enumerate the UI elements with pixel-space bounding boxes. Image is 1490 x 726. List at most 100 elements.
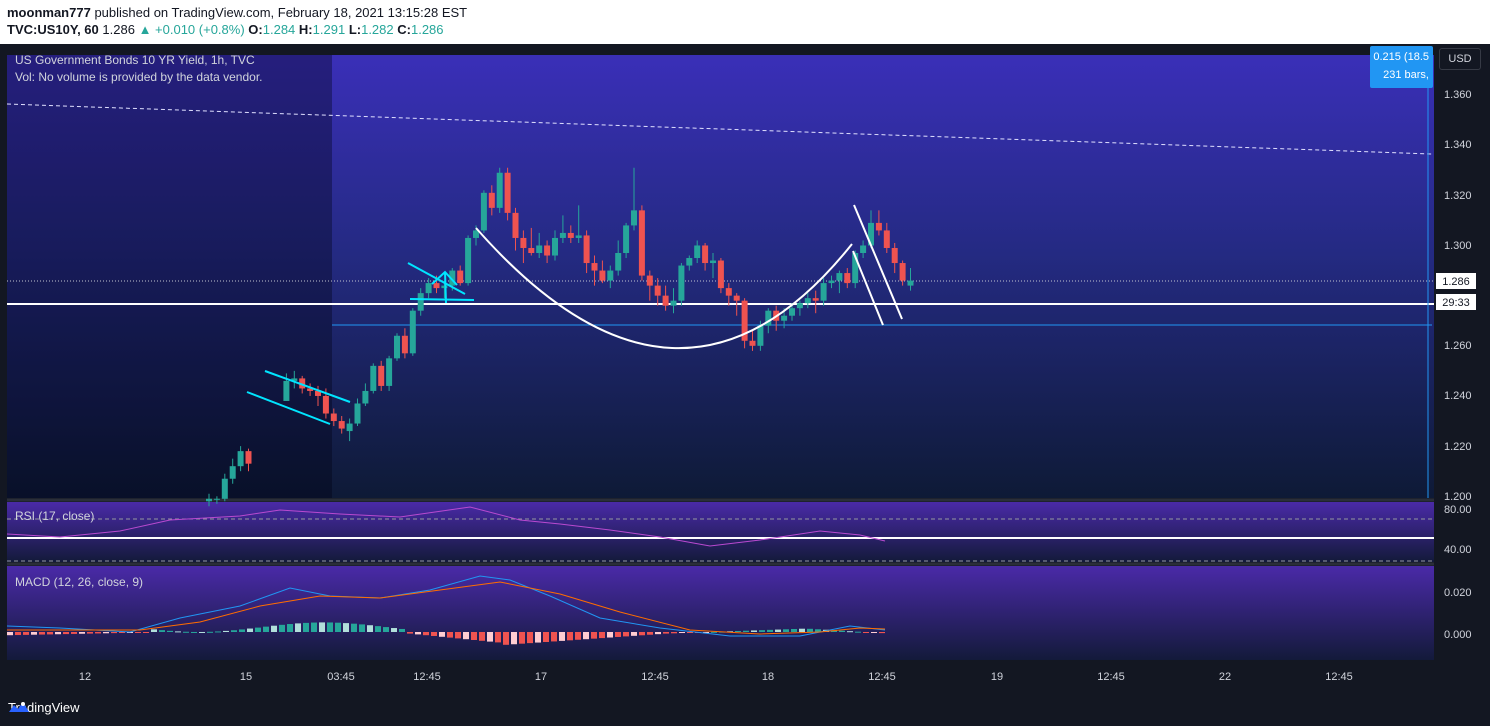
candle-body[interactable] [678,265,685,301]
candle-body[interactable] [536,245,543,254]
candle-body[interactable] [575,235,582,238]
time-axis-bg[interactable] [0,660,1490,690]
macd-histogram-bar [791,628,797,632]
candle-body[interactable] [820,283,827,301]
candle-body[interactable] [646,275,653,286]
candle-body[interactable] [899,263,906,281]
candle-body[interactable] [362,390,369,404]
candle-body[interactable] [330,413,337,422]
currency-button[interactable]: USD [1439,48,1481,70]
candle-body[interactable] [552,237,558,256]
rsi-legend[interactable]: RSI (17, close) [15,509,94,523]
candle-body[interactable] [599,270,606,281]
macd-histogram-bar [543,632,549,642]
candle-body[interactable] [789,308,795,316]
ohlc-line: TVC:US10Y, 60 1.286 ▲ +0.010 (+0.8%) O:1… [7,22,444,37]
candle-body[interactable] [480,192,487,231]
candle-body[interactable] [883,230,890,248]
candle-body[interactable] [710,260,716,264]
macd-legend[interactable]: MACD (12, 26, close, 9) [15,575,143,589]
candle-body[interactable] [702,245,709,264]
candle-body[interactable] [417,293,424,311]
candle-body[interactable] [520,237,527,248]
candle-body[interactable] [623,225,630,254]
candle-body[interactable] [670,300,677,306]
candle-body[interactable] [654,285,661,296]
chart-title[interactable]: US Government Bonds 10 YR Yield, 1h, TVC [15,53,255,67]
macd-histogram-bar [47,632,53,635]
candle-body[interactable] [804,298,811,304]
candle-body[interactable] [283,380,290,401]
macd-histogram-bar [775,629,781,632]
candle-body[interactable] [907,280,914,286]
candle-body[interactable] [836,273,843,281]
macd-histogram-bar [575,632,581,640]
candle-body[interactable] [567,232,574,238]
candle-body[interactable] [237,451,244,467]
macd-pane[interactable] [7,566,1434,660]
candle-body[interactable] [828,280,835,284]
candle-body[interactable] [749,340,756,346]
candle-body[interactable] [213,498,220,500]
macd-histogram-bar [871,632,877,633]
candle-body[interactable] [409,310,416,354]
candle-body[interactable] [583,235,590,264]
candle-body[interactable] [717,260,724,289]
price-axis-bg[interactable] [1434,44,1490,660]
macd-histogram-bar [399,628,405,632]
candle-body[interactable] [544,245,551,256]
candle-body[interactable] [615,253,622,271]
candle-body[interactable] [425,283,432,294]
candle-body[interactable] [512,212,519,238]
candle-body[interactable] [631,210,637,226]
candle-body[interactable] [844,273,851,284]
candle-body[interactable] [504,172,511,213]
candle-body[interactable] [891,247,898,264]
candle-body[interactable] [229,466,236,479]
candle-body[interactable] [465,237,472,284]
author-name[interactable]: moonman777 [7,5,91,20]
candle-body[interactable] [488,192,495,208]
candle-body[interactable] [206,498,212,502]
macd-histogram-bar [255,627,261,632]
pennant-lower-line[interactable] [409,298,475,301]
chart-svg[interactable]: 1.360 1.340 1.320 1.300 1.260 1.240 1.220 1.200… [0,44,1490,690]
candle-body[interactable] [733,295,740,301]
chart-frame[interactable]: 1.360 1.340 1.320 1.300 1.260 1.240 1.220 1.200… [0,44,1490,690]
macd-histogram-bar [455,632,461,639]
candle-body[interactable] [781,315,788,321]
macd-histogram-bar [311,622,317,632]
candle-body[interactable] [457,270,464,284]
candle-body[interactable] [875,222,882,231]
candle-body[interactable] [346,423,353,432]
candle-body[interactable] [394,335,400,359]
rsi-pane[interactable] [7,502,1434,562]
candle-body[interactable] [607,270,614,281]
pennant-mast[interactable] [444,271,447,304]
candle-body[interactable] [378,365,385,386]
candle-body[interactable] [528,247,535,254]
candle-body[interactable] [796,303,803,309]
candle-body[interactable] [338,421,345,429]
candle-body[interactable] [812,298,819,301]
rsi-tick-label: 40.00 [1444,544,1472,556]
candle-body[interactable] [322,395,329,414]
candle-body[interactable] [354,403,361,424]
tradingview-brand[interactable]: TradingView [8,700,80,715]
candle-body[interactable] [401,335,408,354]
candle-body[interactable] [725,288,732,296]
candle-body[interactable] [221,478,228,499]
candle-body[interactable] [559,232,566,238]
candle-body[interactable] [694,245,701,259]
candle-body[interactable] [433,283,440,289]
candle-body[interactable] [591,263,598,271]
candle-body[interactable] [860,245,867,254]
candle-body[interactable] [757,325,764,346]
candle-body[interactable] [662,295,669,306]
candle-body[interactable] [496,172,503,208]
candle-body[interactable] [245,451,252,464]
candle-body[interactable] [386,358,393,386]
candle-body[interactable] [686,258,693,266]
candle-body[interactable] [638,210,645,276]
candle-body[interactable] [370,365,377,391]
